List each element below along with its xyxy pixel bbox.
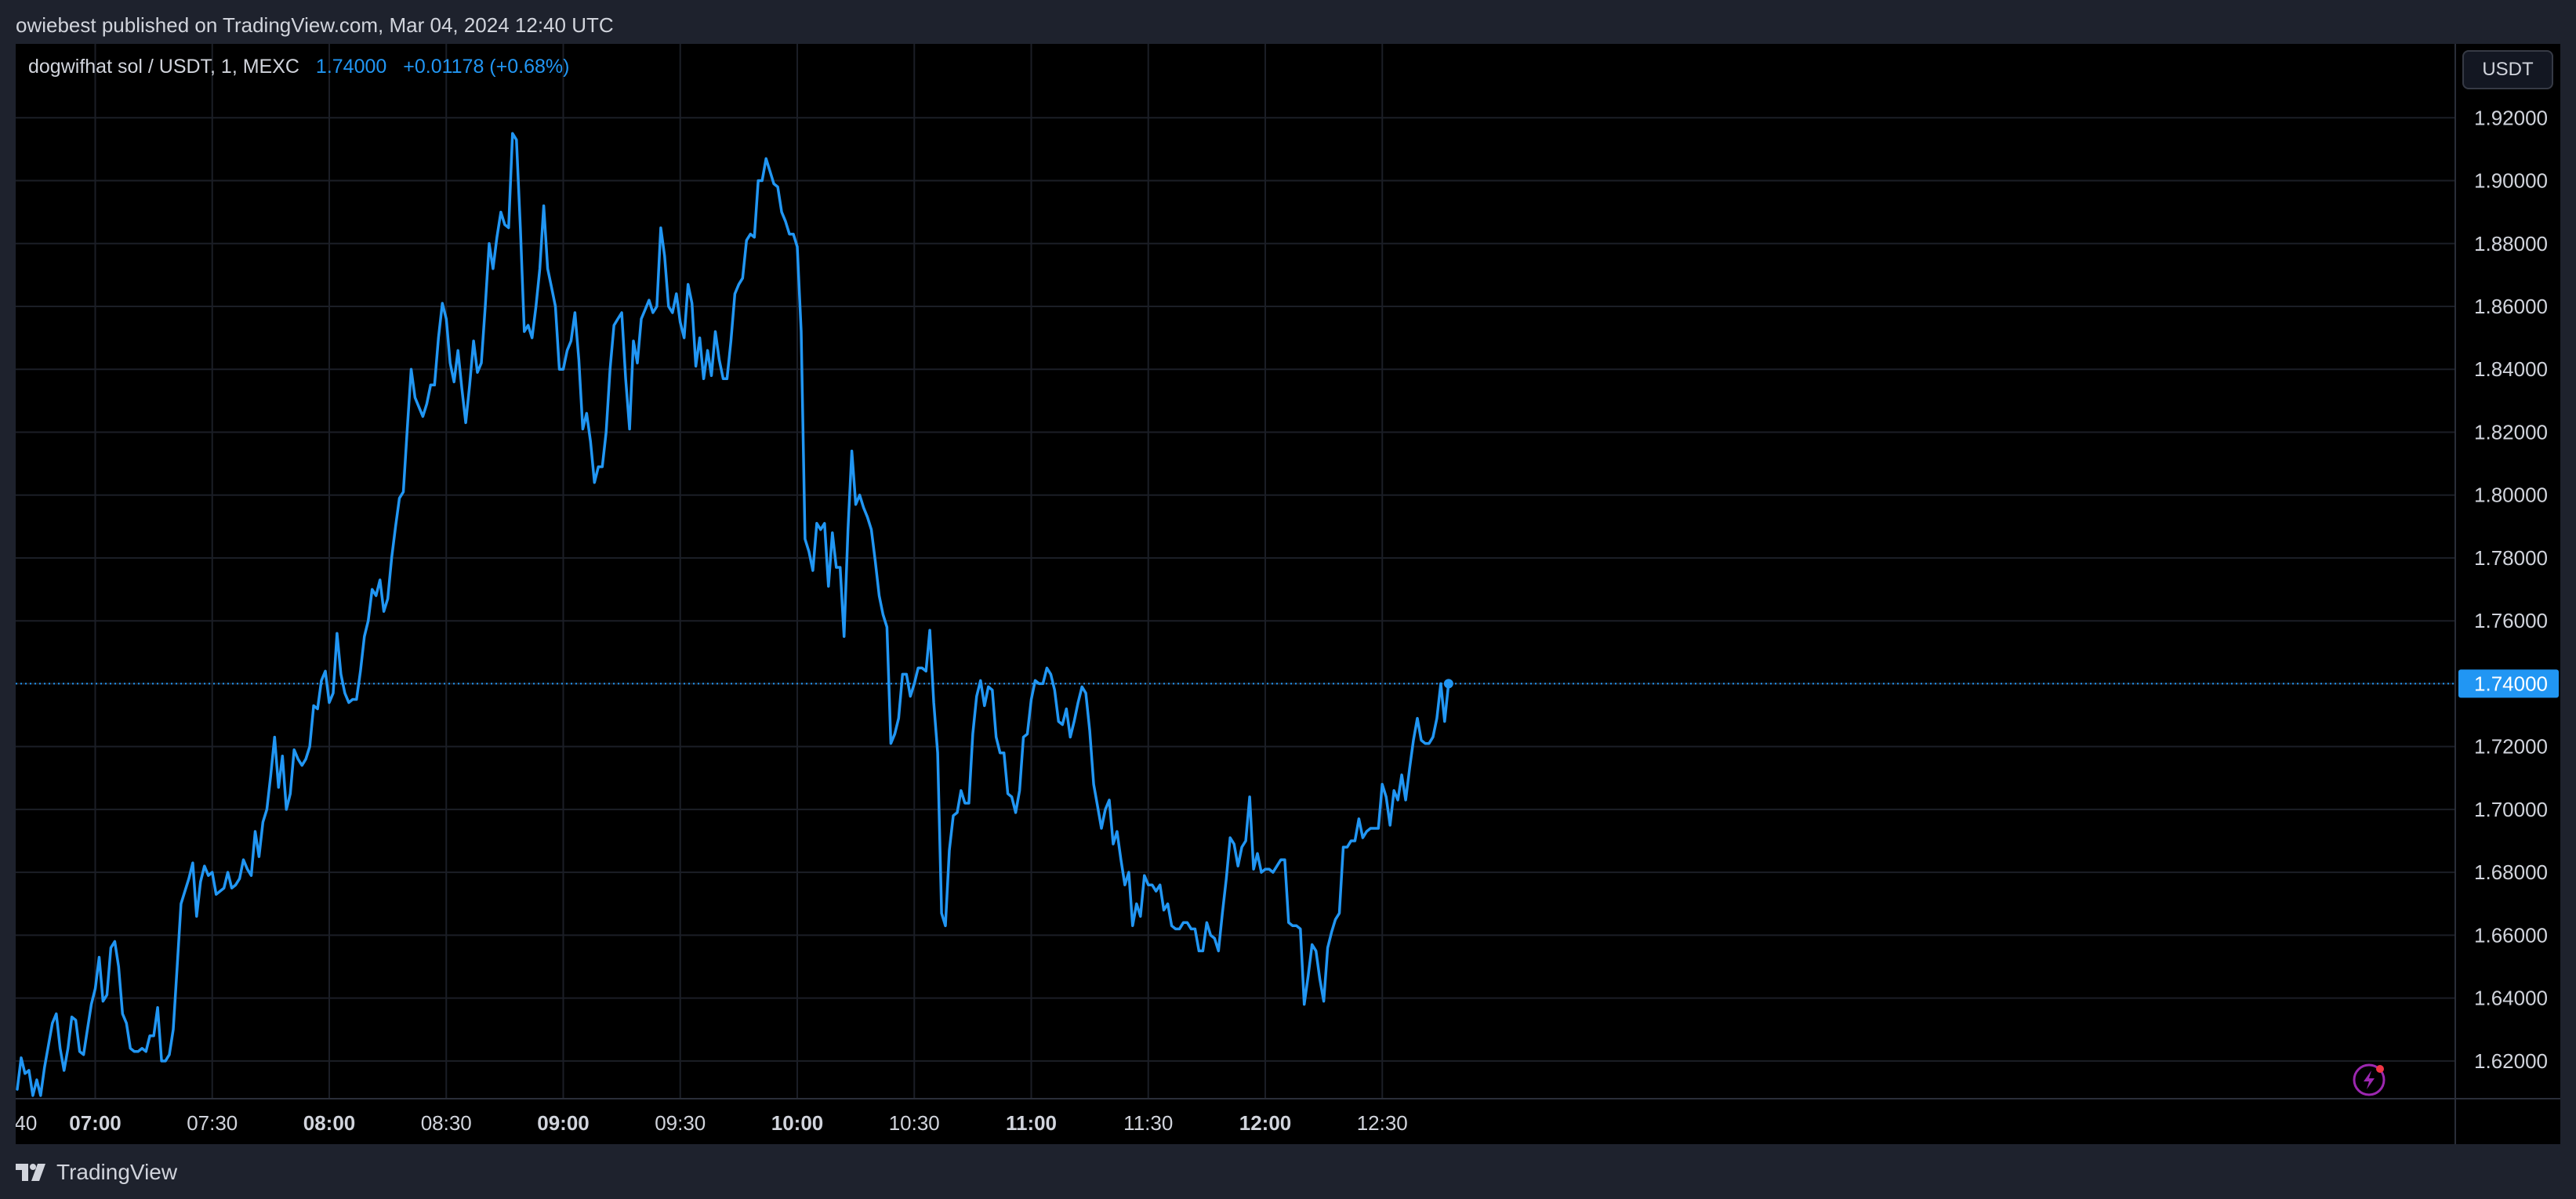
x-tick-label: 08:30	[421, 1111, 472, 1135]
axis-separators	[16, 44, 2560, 1144]
time-axis[interactable]: 6:40 07:00 07:30 08:00 08:30 09:00 09:30 10:00 1…	[16, 1111, 1408, 1135]
chart-icons	[2353, 1063, 2386, 1096]
x-tick-label: 10:30	[889, 1111, 940, 1135]
y-tick-label: 1.78000	[2474, 546, 2548, 570]
y-tick-label: 1.76000	[2474, 609, 2548, 632]
grid-lines	[16, 44, 2455, 1099]
x-tick-label: 12:30	[1357, 1111, 1408, 1135]
y-tick-label: 1.72000	[2474, 735, 2548, 759]
y-tick-label: 1.88000	[2474, 232, 2548, 255]
y-tick-label: 1.80000	[2474, 484, 2548, 507]
publish-header: owiebest published on TradingView.com, M…	[16, 13, 614, 37]
currency-button[interactable]: USDT	[2462, 50, 2553, 89]
price-axis[interactable]: 1.62000 1.64000 1.66000 1.68000 1.70000 1.720…	[2458, 106, 2559, 1073]
x-tick-label: 11:00	[1006, 1111, 1057, 1135]
x-tick-label: 6:40	[16, 1111, 37, 1135]
footer-brand-text: TradingView	[56, 1160, 178, 1184]
lightning-icon[interactable]	[2353, 1063, 2386, 1096]
price-series-layer	[16, 132, 1453, 1097]
y-tick-label: 1.66000	[2474, 923, 2548, 947]
last-point-marker	[1443, 679, 1453, 689]
x-tick-label: 08:00	[303, 1111, 356, 1135]
y-tick-label: 1.62000	[2474, 1049, 2548, 1073]
x-tick-label: 09:30	[655, 1111, 706, 1135]
alert-dot	[2376, 1065, 2384, 1073]
y-tick-label: 1.68000	[2474, 860, 2548, 884]
x-tick-label: 12:00	[1239, 1111, 1292, 1135]
y-tick-label: 1.84000	[2474, 357, 2548, 381]
footer-brand[interactable]: TradingView	[16, 1157, 177, 1188]
x-tick-label: 07:30	[187, 1111, 238, 1135]
y-tick-label: 1.90000	[2474, 169, 2548, 193]
y-tick-label: 1.92000	[2474, 106, 2548, 129]
legend-change: +0.01178 (+0.68%)	[403, 56, 570, 78]
y-tick-label: 1.86000	[2474, 295, 2548, 318]
y-tick-label: 1.64000	[2474, 987, 2548, 1010]
price-series-line	[16, 132, 1450, 1097]
y-tick-label: 1.82000	[2474, 420, 2548, 444]
last-price-tag-label: 1.74000	[2474, 672, 2548, 695]
y-tick-label: 1.70000	[2474, 798, 2548, 821]
chart-pane[interactable]: 1.62000 1.64000 1.66000 1.68000 1.70000 1.720…	[16, 44, 2560, 1144]
x-tick-label: 11:30	[1123, 1111, 1173, 1135]
x-tick-label: 10:00	[771, 1111, 824, 1135]
legend-symbol[interactable]: dogwifhat sol / USDT, 1, MEXC	[28, 56, 299, 78]
tradingview-logo-icon	[16, 1164, 45, 1181]
price-chart[interactable]: 1.62000 1.64000 1.66000 1.68000 1.70000 1.720…	[16, 44, 2560, 1144]
legend-last-price: 1.74000	[315, 56, 387, 78]
symbol-legend[interactable]: dogwifhat sol / USDT, 1, MEXC 1.74000 +0…	[28, 53, 569, 80]
x-tick-label: 07:00	[69, 1111, 122, 1135]
x-tick-label: 09:00	[537, 1111, 590, 1135]
